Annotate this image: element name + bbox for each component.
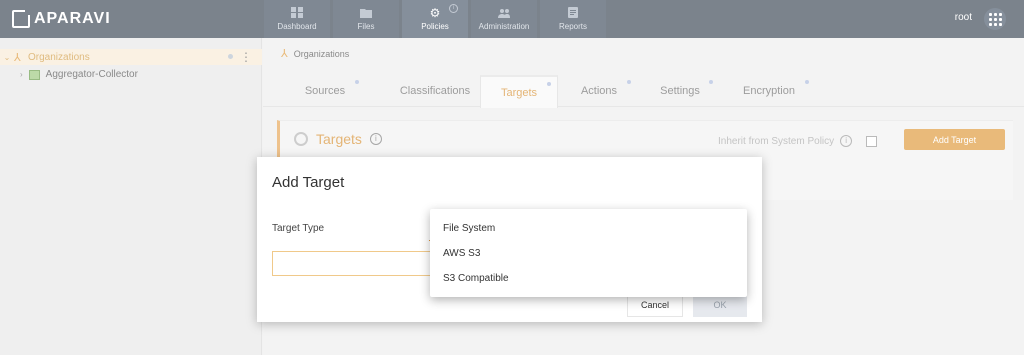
target-type-dropdown: File System AWS S3 S3 Compatible xyxy=(430,209,747,297)
dropdown-option-s3-compatible[interactable]: S3 Compatible xyxy=(430,266,747,291)
dropdown-option-aws-s3[interactable]: AWS S3 xyxy=(430,241,747,266)
target-name-input[interactable] xyxy=(272,251,432,276)
target-type-label: Target Type xyxy=(272,223,325,234)
dialog-title: Add Target xyxy=(272,174,345,191)
dropdown-option-file-system[interactable]: File System xyxy=(430,216,747,241)
